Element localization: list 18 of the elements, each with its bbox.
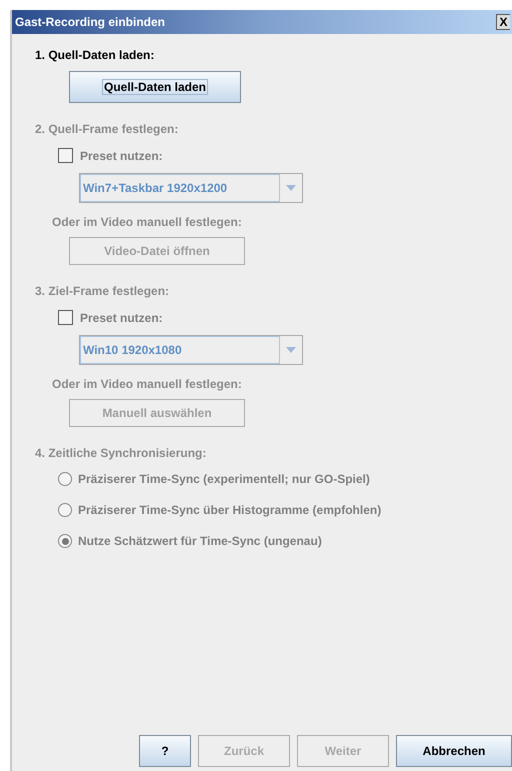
caret-icon: [286, 185, 296, 191]
window-title: Gast-Recording einbinden: [14, 15, 166, 29]
hint-text: Oder im Video manuell festlegen:: [52, 377, 242, 391]
footer-button[interactable]: Abbrechen: [396, 735, 512, 767]
close-button[interactable]: X: [496, 14, 510, 30]
hint-text: Oder im Video manuell festlegen:: [52, 215, 242, 229]
section-heading: 4. Zeitliche Synchronisierung:: [35, 446, 206, 460]
load-button[interactable]: Quell-Daten laden: [69, 71, 241, 103]
checkbox-label: Preset nutzen:: [80, 148, 163, 162]
section-heading: 2. Quell-Frame festlegen:: [35, 122, 178, 136]
section-heading: 1. Quell-Daten laden:: [35, 48, 154, 62]
radio-label: Präziserer Time-Sync (experimentell; nur GO-Spiel): [78, 472, 370, 486]
radio-label: Nutze Schätzwert für Time-Sync (ungenau): [78, 534, 322, 548]
caret-icon: [286, 347, 296, 353]
footer-button[interactable]: ?: [139, 735, 191, 767]
checkbox-label: Preset nutzen:: [80, 310, 163, 324]
radio-label: Präziserer Time-Sync über Histogramme (empfohlen): [78, 503, 382, 517]
section-heading: 3. Ziel-Frame festlegen:: [35, 284, 170, 298]
